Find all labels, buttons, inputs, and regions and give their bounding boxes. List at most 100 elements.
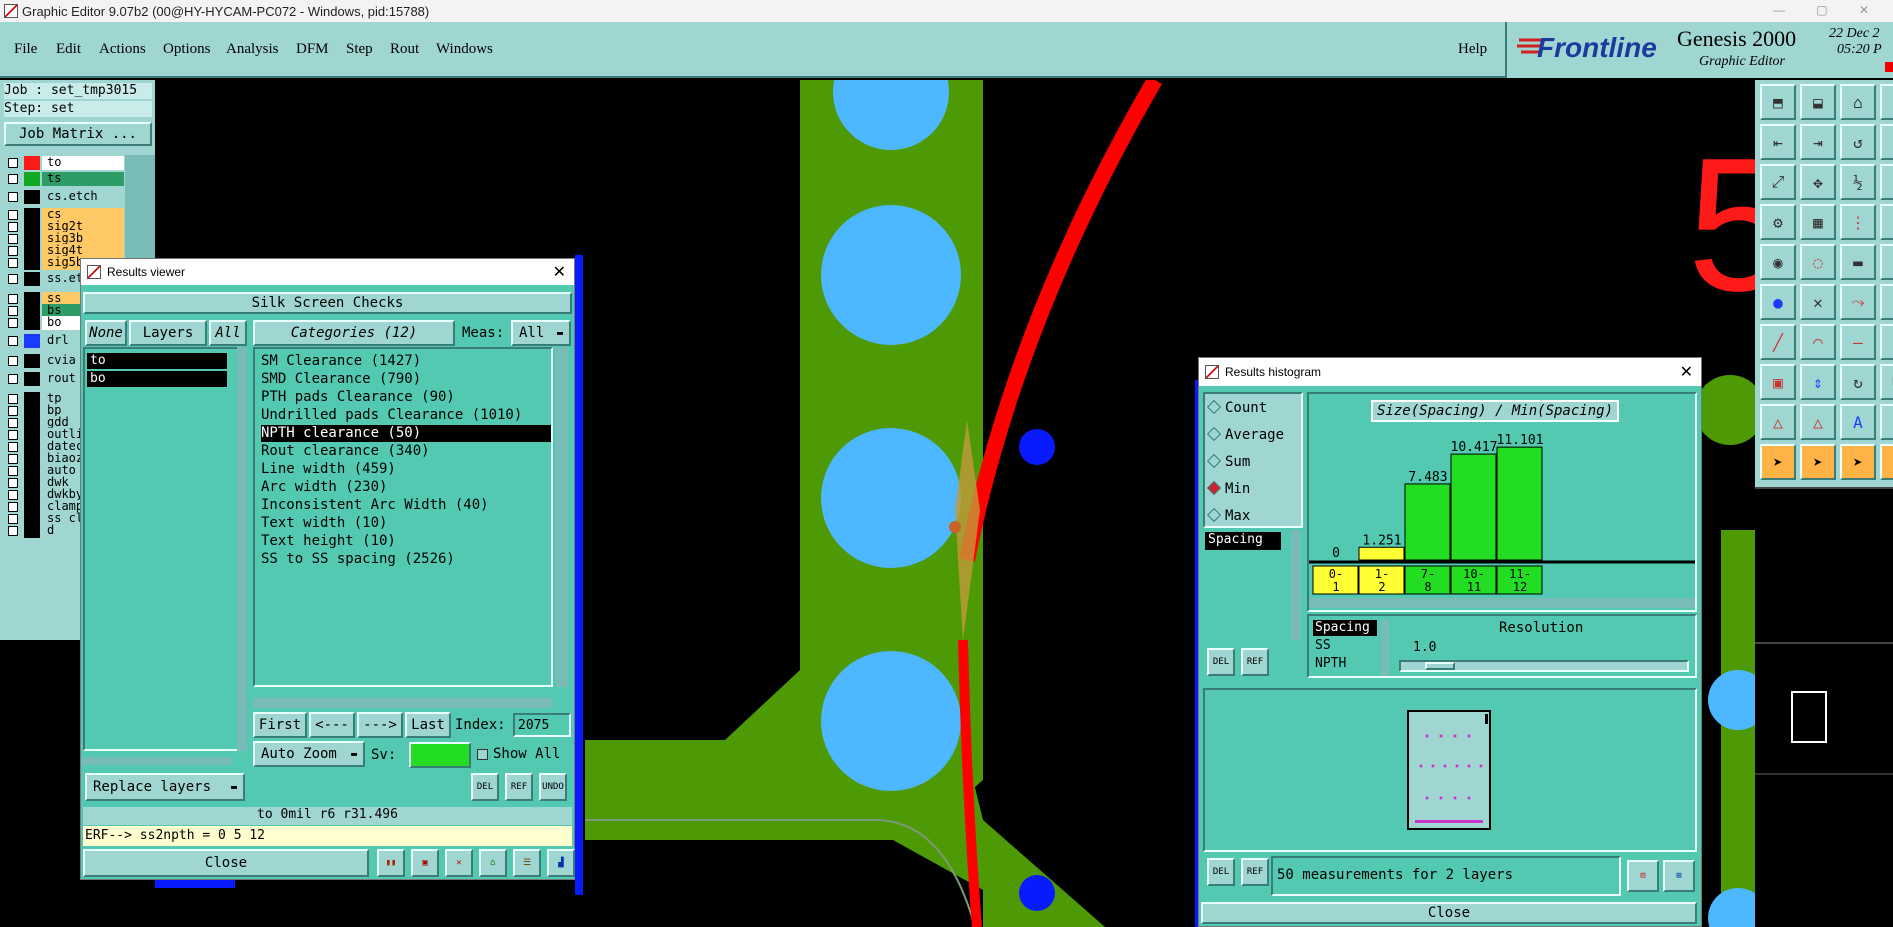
layer-checkbox[interactable] bbox=[8, 442, 18, 452]
layer-checkbox[interactable] bbox=[8, 222, 18, 232]
radio-selected-icon[interactable] bbox=[1206, 480, 1222, 496]
layer-color-swatch[interactable] bbox=[24, 354, 40, 368]
undo-step-icon[interactable]: ↺ bbox=[1840, 124, 1876, 160]
legend-scroll[interactable] bbox=[1381, 620, 1389, 676]
layer-color-swatch[interactable] bbox=[24, 172, 40, 186]
layer-row[interactable]: cs.etch bbox=[6, 190, 124, 204]
close-button[interactable]: Close bbox=[83, 849, 369, 877]
ref-button[interactable]: REF bbox=[505, 773, 533, 801]
scale-icon[interactable]: ▬ bbox=[1840, 244, 1876, 280]
bar-chart-icon[interactable]: ▮▮ bbox=[377, 849, 405, 877]
layer-list-hscroll[interactable] bbox=[83, 757, 231, 765]
copy-icon[interactable]: ⧉ bbox=[1880, 364, 1893, 400]
save-icon[interactable]: ⬓ bbox=[1800, 84, 1836, 120]
category-item[interactable]: NPTH clearance (50) bbox=[261, 425, 551, 442]
layer-results-list[interactable]: to bo bbox=[83, 347, 241, 751]
radio-icon[interactable] bbox=[1206, 453, 1222, 469]
list-item[interactable]: bo bbox=[87, 371, 227, 387]
layer-checkbox[interactable] bbox=[8, 490, 18, 500]
layer-checkbox[interactable] bbox=[8, 306, 18, 316]
pointer-alt-icon[interactable]: ➤ bbox=[1840, 444, 1876, 480]
chart-hscroll[interactable] bbox=[1309, 598, 1695, 608]
close-icon[interactable]: ✕ bbox=[1680, 362, 1693, 382]
menu-edit[interactable]: Edit bbox=[56, 41, 81, 58]
info-icon[interactable]: ℹ bbox=[1880, 284, 1893, 320]
layer-color-swatch[interactable] bbox=[24, 272, 40, 286]
ref-button[interactable]: REF bbox=[1241, 858, 1269, 886]
layer-checkbox[interactable] bbox=[8, 502, 18, 512]
layers-button[interactable]: Layers bbox=[129, 320, 207, 346]
move-icon[interactable]: ⇔ bbox=[1880, 324, 1893, 360]
fit-icon[interactable]: ⤢ bbox=[1760, 164, 1796, 200]
ref-button[interactable]: REF bbox=[1241, 648, 1269, 676]
category-item[interactable]: Text height (10) bbox=[261, 533, 551, 550]
legend-item[interactable]: SS bbox=[1315, 638, 1331, 653]
page-icon[interactable]: ▭ bbox=[1880, 84, 1893, 120]
ruler-icon[interactable]: ≡ bbox=[1880, 164, 1893, 200]
first-button[interactable]: First bbox=[253, 712, 307, 738]
mode-option[interactable]: Sum bbox=[1206, 453, 1250, 470]
histogram-bar[interactable] bbox=[1496, 446, 1543, 561]
category-item[interactable]: Text width (10) bbox=[261, 515, 551, 532]
layer-checkbox[interactable] bbox=[8, 258, 18, 268]
line-icon[interactable]: ╱ bbox=[1760, 324, 1796, 360]
mode-option[interactable]: Average bbox=[1206, 426, 1284, 443]
screen-icon[interactable]: ▣ bbox=[411, 849, 439, 877]
layer-row[interactable]: ts bbox=[6, 172, 124, 186]
layer-color-swatch[interactable] bbox=[24, 316, 40, 330]
export-icon[interactable]: ⇥ bbox=[1800, 124, 1836, 160]
layer-checkbox[interactable] bbox=[8, 406, 18, 416]
del-button[interactable]: DEL bbox=[1207, 648, 1235, 676]
zoom-fit-icon[interactable]: ⊡ bbox=[1627, 860, 1659, 892]
layer-checkbox[interactable] bbox=[8, 192, 18, 202]
arc-icon[interactable]: ◠ bbox=[1800, 324, 1836, 360]
layer-color-swatch[interactable] bbox=[24, 256, 40, 270]
snap-icon[interactable]: ◉ bbox=[1760, 244, 1796, 280]
mode-option[interactable]: Max bbox=[1206, 507, 1250, 524]
next-button[interactable]: ---> bbox=[357, 712, 403, 738]
dash-icon[interactable]: — bbox=[1840, 324, 1876, 360]
rotate-icon[interactable]: ↻ bbox=[1840, 364, 1876, 400]
category-item[interactable]: SM Clearance (1427) bbox=[261, 353, 551, 370]
category-item[interactable]: Undrilled pads Clearance (1010) bbox=[261, 407, 551, 424]
histogram-icon[interactable]: ▟ bbox=[547, 849, 575, 877]
layer-color-swatch[interactable] bbox=[24, 524, 40, 538]
layer-color-swatch[interactable] bbox=[24, 190, 40, 204]
pointer-icon[interactable]: ➤ bbox=[1760, 444, 1796, 480]
menu-step[interactable]: Step bbox=[346, 41, 373, 58]
replace-layers-dropdown[interactable]: Replace layers ▬ bbox=[85, 773, 245, 801]
layer-checkbox[interactable] bbox=[8, 478, 18, 488]
undo-button[interactable]: UNDO bbox=[539, 773, 567, 801]
zoom-dropdown[interactable]: Auto Zoom ▬ bbox=[253, 741, 365, 767]
layer-checkbox[interactable] bbox=[8, 246, 18, 256]
home-icon[interactable]: ⌂ bbox=[1840, 84, 1876, 120]
layer-checkbox[interactable] bbox=[8, 336, 18, 346]
categories-button[interactable]: Categories (12) bbox=[253, 320, 455, 346]
job-matrix-button[interactable]: Job Matrix ... bbox=[4, 122, 152, 146]
all-button[interactable]: All bbox=[209, 320, 247, 346]
meas-dropdown[interactable]: All ▬ bbox=[511, 320, 571, 346]
zoom-window-icon[interactable]: ⊞ bbox=[1663, 860, 1695, 892]
layer-checkbox[interactable] bbox=[8, 466, 18, 476]
sv-color-dropdown[interactable] bbox=[409, 742, 471, 768]
grid-icon[interactable]: ▦ bbox=[1800, 204, 1836, 240]
slider-thumb[interactable] bbox=[1425, 662, 1455, 670]
shape-icon[interactable]: ◌ bbox=[1800, 244, 1836, 280]
histogram-bar[interactable] bbox=[1358, 546, 1405, 561]
layer-color-swatch[interactable] bbox=[24, 372, 40, 386]
report-icon[interactable]: ☰ bbox=[513, 849, 541, 877]
layer-color-swatch[interactable] bbox=[24, 156, 40, 170]
layer-color-swatch[interactable] bbox=[24, 334, 40, 348]
graph-icon[interactable]: ⌂ bbox=[479, 849, 507, 877]
del-button[interactable]: DEL bbox=[471, 773, 499, 801]
layer-checkbox[interactable] bbox=[8, 234, 18, 244]
category-item[interactable]: Arc width (230) bbox=[261, 479, 551, 496]
menu-actions[interactable]: Actions bbox=[99, 41, 146, 58]
triangle-icon[interactable]: △ bbox=[1760, 404, 1796, 440]
mode-option[interactable]: Min bbox=[1206, 480, 1250, 497]
triangle-open-icon[interactable]: △ bbox=[1800, 404, 1836, 440]
radio-icon[interactable] bbox=[1206, 426, 1222, 442]
category-item[interactable]: PTH pads Clearance (90) bbox=[261, 389, 551, 406]
radio-icon[interactable] bbox=[1206, 507, 1222, 523]
layer-checkbox[interactable] bbox=[8, 356, 18, 366]
